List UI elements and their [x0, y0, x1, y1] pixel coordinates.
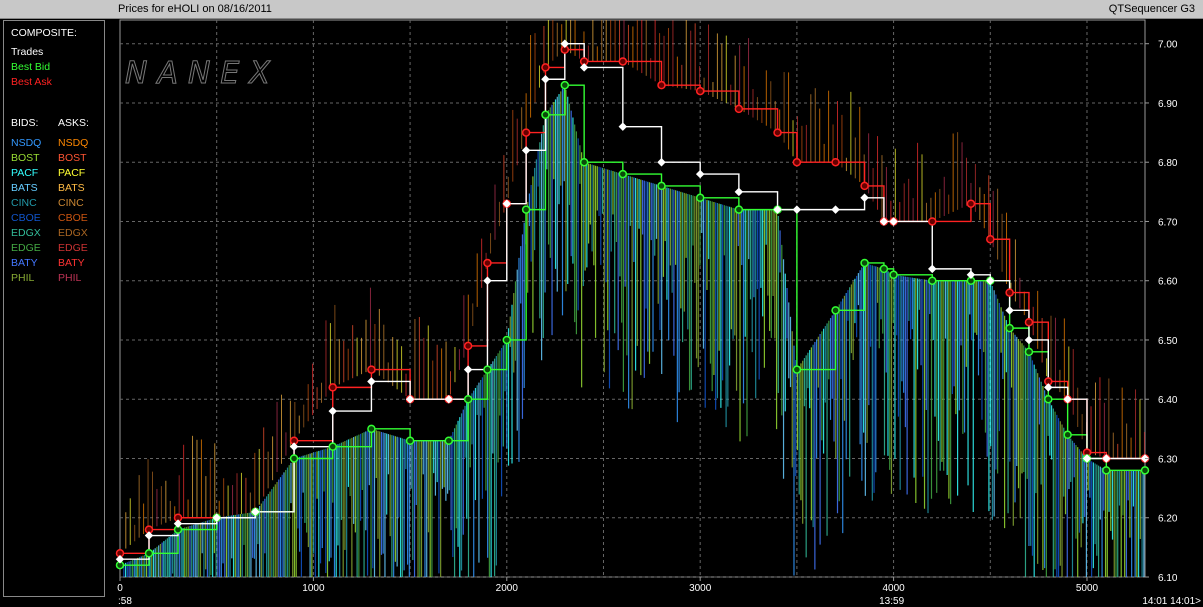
best-bid-point [463, 394, 473, 404]
best-bid-point [1102, 466, 1111, 475]
y-tick-label: 6.80 [1158, 158, 1178, 169]
y-tick-label: 6.20 [1158, 514, 1178, 525]
trade-point [657, 157, 666, 167]
best-ask-point [734, 104, 744, 114]
y-tick-label: 6.50 [1158, 336, 1178, 347]
trade-point [1024, 335, 1034, 345]
best-bid-point [734, 205, 744, 214]
best-ask-point [1005, 288, 1014, 297]
best-ask-point [657, 80, 666, 90]
best-ask-point [773, 128, 782, 137]
y-tick-label: 7.00 [1158, 40, 1178, 51]
x-axis-ticks: 0 1000 2000 3000 4000 5000 :58 13:59 14:01 14:01… [117, 577, 1201, 607]
trade-point [367, 377, 376, 386]
trade-point [860, 193, 869, 203]
trade-point [463, 365, 473, 374]
trade-point [618, 122, 628, 131]
x-tick-label: 5000 [1076, 583, 1099, 594]
best-ask-point [928, 217, 937, 226]
trade-point [695, 169, 705, 179]
trade-point [328, 406, 337, 416]
exchange-quote-bars [123, 20, 1145, 577]
best-bid-point [328, 442, 337, 451]
best-ask-point [792, 157, 802, 167]
trade-point [831, 205, 840, 214]
y-tick-label: 6.60 [1158, 277, 1178, 288]
best-ask-point [986, 234, 995, 244]
trade-point [734, 187, 744, 197]
best-ask-point [367, 365, 376, 374]
best-bid-point [1024, 347, 1034, 357]
x-tick-label: 4000 [882, 583, 905, 594]
trade-point [483, 276, 492, 285]
best-bid-point [483, 365, 492, 374]
y-tick-label: 6.70 [1158, 217, 1178, 228]
best-ask-point [521, 128, 531, 137]
best-bid-point [889, 270, 898, 280]
best-bid-point [560, 80, 570, 90]
best-bid-point [1140, 466, 1150, 475]
best-ask-point [1024, 317, 1034, 327]
best-bid-point [879, 264, 889, 274]
price-chart: NANEX 7.00 6.90 6.80 6.70 6.60 6.50 6.40 6.30 6.… [115, 19, 1201, 607]
time-label: :58 [118, 596, 132, 607]
y-tick-label: 6.10 [1158, 573, 1178, 584]
trade-point [521, 146, 531, 155]
best-ask-point [463, 341, 473, 351]
best-bid-point [405, 436, 415, 445]
best-bid-point [928, 276, 937, 285]
best-bid-point [1005, 323, 1014, 333]
y-tick-label: 6.90 [1158, 99, 1178, 110]
trade-point [928, 264, 937, 274]
time-label: 13:59 [879, 596, 904, 607]
best-ask-point [541, 63, 550, 72]
best-bid-point [618, 169, 628, 179]
best-ask-point [328, 383, 337, 392]
best-bid-point [541, 110, 550, 120]
best-bid-point [1063, 430, 1072, 440]
best-bid-point [792, 365, 802, 374]
trade-point [792, 205, 802, 214]
x-tick-label: 2000 [496, 583, 519, 594]
best-ask-point [695, 86, 705, 96]
y-axis-ticks: 7.00 6.90 6.80 6.70 6.60 6.50 6.40 6.30 6.20 6.10 [1145, 40, 1178, 584]
best-bid-point [521, 205, 531, 214]
best-bid-point [831, 306, 840, 315]
time-label: 14:01 14:01> [1142, 596, 1201, 607]
best-bid-point [444, 436, 454, 445]
x-tick-label: 0 [117, 583, 123, 594]
best-bid-point [1044, 394, 1053, 404]
best-bid-point [860, 258, 869, 268]
best-ask-point [618, 57, 628, 66]
best-bid-point [695, 193, 705, 203]
best-ask-point [831, 157, 840, 167]
y-tick-label: 6.30 [1158, 454, 1178, 465]
y-tick-label: 6.40 [1158, 395, 1178, 406]
best-bid-point [579, 157, 589, 167]
x-tick-label: 1000 [302, 583, 325, 594]
best-ask-point [966, 199, 976, 208]
best-ask-point [860, 181, 869, 191]
watermark: NANEX [125, 56, 280, 91]
best-ask-point [483, 258, 492, 268]
best-bid-point [144, 549, 154, 558]
x-tick-label: 3000 [689, 583, 712, 594]
trade-point [541, 75, 550, 84]
best-bid-point [289, 454, 299, 463]
best-bid-point [367, 424, 376, 434]
best-bid-point [657, 181, 666, 191]
best-bid-point [502, 335, 512, 345]
trade-point [1005, 306, 1014, 315]
